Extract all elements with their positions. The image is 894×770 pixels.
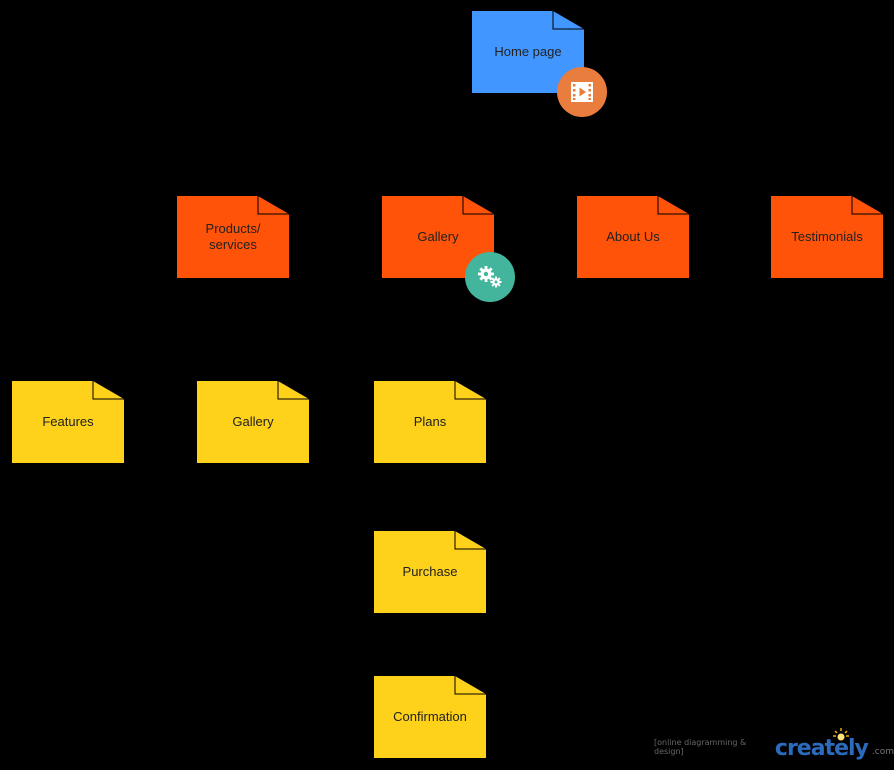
node-label: Confirmation — [393, 709, 467, 724]
connector-products-plans — [232, 278, 431, 381]
node-products-services[interactable]: Products/ services — [177, 196, 289, 278]
creately-watermark: [online diagramming & design] creately .… — [654, 728, 894, 761]
node-label: Features — [42, 414, 94, 429]
node-label: Products/ services — [205, 221, 261, 252]
node-confirmation[interactable]: Confirmation — [374, 676, 486, 758]
node-label: Testimonials — [791, 229, 863, 244]
watermark-tagline: [online diagramming & design] — [654, 738, 747, 756]
lightbulb-icon — [832, 728, 849, 741]
connector-home-gallery — [437, 93, 529, 196]
node-about-us[interactable]: About Us — [577, 196, 689, 278]
video-icon — [557, 67, 607, 117]
node-label: About Us — [606, 229, 660, 244]
creately-logo: creately — [774, 728, 869, 761]
node-label: Gallery — [232, 414, 274, 429]
logo-text-main: creat — [774, 736, 835, 761]
logo-text-ly: ly — [848, 736, 869, 761]
node-plans[interactable]: Plans — [374, 381, 486, 463]
gears-icon — [465, 252, 515, 302]
connector-products-features — [67, 278, 234, 381]
node-gallery-sub[interactable]: Gallery — [197, 381, 309, 463]
node-features[interactable]: Features — [12, 381, 124, 463]
node-label: Plans — [413, 414, 447, 429]
node-testimonials[interactable]: Testimonials — [771, 196, 883, 278]
node-label: Purchase — [402, 564, 458, 579]
node-purchase[interactable]: Purchase — [374, 531, 486, 613]
watermark-domain: .com — [871, 747, 894, 757]
